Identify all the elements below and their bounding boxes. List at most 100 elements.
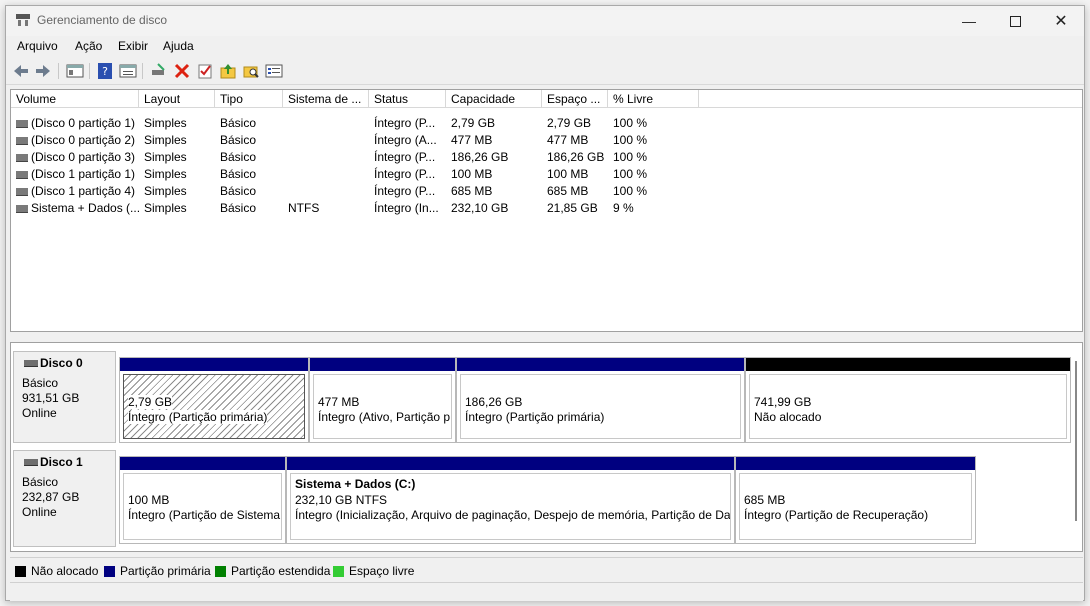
partition-disk1-4[interactable]: 685 MB Íntegro (Partição de Recuperação) — [735, 456, 976, 544]
partition-selected-area: 2,79 GB Íntegro (Partição primária) — [123, 374, 305, 439]
properties-icon[interactable] — [119, 62, 137, 80]
disk-graphical-view: Disco 0 Básico 931,51 GB Online 2,79 GB … — [10, 342, 1083, 552]
partition-disk1-1[interactable]: 100 MB Íntegro (Partição de Sistema — [119, 456, 286, 544]
table-cell: 477 MB — [547, 133, 589, 147]
pane-splitter[interactable] — [10, 334, 1083, 341]
partition-type-bar — [120, 457, 285, 470]
partition-status: Não alocado — [754, 410, 822, 424]
table-cell: Simples — [144, 201, 187, 215]
forward-icon[interactable] — [34, 62, 52, 80]
folder-up-icon[interactable] — [219, 62, 237, 80]
table-cell: Simples — [144, 167, 187, 181]
table-row[interactable]: (Disco 1 partição 1) Simples Básico Íntegro… — [11, 166, 1082, 183]
partition-type-bar — [736, 457, 975, 470]
table-row[interactable]: (Disco 0 partição 2) Simples Básico Íntegro… — [11, 132, 1082, 149]
table-cell: 477 MB — [451, 133, 493, 147]
table-cell: Íntegro (P... — [374, 167, 436, 181]
partition-area: 741,99 GB Não alocado — [749, 374, 1067, 439]
col-header-tipo[interactable]: Tipo — [215, 90, 283, 108]
table-cell: Básico — [220, 184, 257, 198]
col-header-sistema[interactable]: Sistema de ... — [283, 90, 369, 108]
table-cell: 9 % — [613, 201, 634, 215]
volume-icon — [16, 120, 28, 128]
table-cell: (Disco 0 partição 3) — [31, 150, 136, 164]
menu-bar: Arquivo Ação Exibir Ajuda — [6, 36, 1084, 56]
col-header-capacidade[interactable]: Capacidade — [446, 90, 542, 108]
close-icon: ✕ — [1054, 13, 1068, 30]
minimize-button[interactable]: — — [946, 6, 992, 36]
toolbar-separator — [89, 63, 90, 79]
partition-disk0-1[interactable]: 2,79 GB Íntegro (Partição primária) — [119, 357, 309, 443]
settings-list-icon[interactable] — [265, 62, 283, 80]
table-cell: Íntegro (P... — [374, 116, 436, 130]
disk-1-info[interactable]: Disco 1 Básico 232,87 GB Online — [13, 450, 116, 547]
table-cell: 100 % — [613, 184, 648, 198]
legend-label: Espaço livre — [349, 564, 415, 578]
menu-acao[interactable]: Ação — [75, 39, 102, 53]
table-row[interactable]: (Disco 0 partição 1) Simples Básico Íntegro… — [11, 115, 1082, 132]
partition-size: 100 MB — [128, 493, 170, 507]
partition-area: 100 MB Íntegro (Partição de Sistema — [123, 473, 282, 540]
menu-exibir[interactable]: Exibir — [118, 39, 148, 53]
menu-ajuda[interactable]: Ajuda — [163, 39, 194, 53]
volume-icon — [16, 205, 28, 213]
table-cell: NTFS — [288, 201, 320, 215]
col-header-livre[interactable]: % Livre — [608, 90, 699, 108]
console-tree-icon[interactable] — [66, 62, 84, 80]
toolbar-separator — [58, 63, 59, 79]
connect-icon[interactable] — [150, 62, 168, 80]
partition-type-bar — [120, 358, 308, 371]
help-icon[interactable]: ? — [96, 62, 114, 80]
partition-disk0-3[interactable]: 186,26 GB Íntegro (Partição primária) — [456, 357, 745, 443]
disk-management-window: Gerenciamento de disco — ✕ Arquivo Ação … — [5, 5, 1085, 601]
svg-text:?: ? — [102, 65, 108, 78]
col-header-espaco[interactable]: Espaço ... — [542, 90, 608, 108]
check-icon[interactable] — [196, 62, 214, 80]
col-header-layout[interactable]: Layout — [139, 90, 215, 108]
delete-icon[interactable] — [173, 62, 191, 80]
partition-disk1-c[interactable]: Sistema + Dados (C:) 232,10 GB NTFS Ínte… — [286, 456, 735, 544]
legend-swatch — [15, 565, 26, 577]
toolbar: ? — [6, 57, 1084, 85]
partition-area: 685 MB Íntegro (Partição de Recuperação) — [739, 473, 972, 540]
table-row[interactable]: (Disco 0 partição 3) Simples Básico Íntegro… — [11, 149, 1082, 166]
table-cell: Básico — [220, 133, 257, 147]
table-cell: 186,26 GB — [451, 150, 509, 164]
search-folder-icon[interactable] — [242, 62, 260, 80]
disk-type: Básico — [22, 376, 59, 390]
back-icon[interactable] — [12, 62, 30, 80]
col-header-status[interactable]: Status — [369, 90, 446, 108]
table-row[interactable]: (Disco 1 partição 4) Simples Básico Íntegro… — [11, 183, 1082, 200]
maximize-button[interactable] — [992, 6, 1038, 36]
partition-status: Íntegro (Partição primária) — [128, 410, 268, 424]
table-cell: 2,79 GB — [451, 116, 496, 130]
scroll-thumb[interactable] — [1075, 361, 1077, 521]
disk-0-info[interactable]: Disco 0 Básico 931,51 GB Online — [13, 351, 116, 443]
table-cell: (Disco 0 partição 1) — [31, 116, 136, 130]
table-cell: 100 % — [613, 150, 648, 164]
table-cell: 685 MB — [547, 184, 589, 198]
volume-icon — [16, 171, 28, 179]
legend-bar: Não alocado Partição primária Partição e… — [10, 557, 1083, 582]
col-header-volume[interactable]: Volume — [11, 90, 139, 108]
partition-area: 186,26 GB Íntegro (Partição primária) — [460, 374, 741, 439]
table-row[interactable]: Sistema + Dados (... Simples Básico NTFS Ínt… — [11, 200, 1082, 217]
partition-area: 477 MB Íntegro (Ativo, Partição p — [313, 374, 452, 439]
volume-list: Volume Layout Tipo Sistema de ... Status… — [10, 89, 1083, 332]
unallocated-disk0[interactable]: 741,99 GB Não alocado — [745, 357, 1071, 443]
legend-label: Partição estendida — [231, 564, 331, 578]
table-cell: Simples — [144, 184, 187, 198]
partition-size: 685 MB — [744, 493, 786, 507]
table-cell: Básico — [220, 167, 257, 181]
close-button[interactable]: ✕ — [1038, 6, 1084, 36]
graph-scrollbar[interactable] — [1074, 361, 1080, 541]
volume-icon — [16, 137, 28, 145]
col-header-filler — [699, 90, 1082, 108]
table-cell: 100 % — [613, 167, 648, 181]
title-bar: Gerenciamento de disco — ✕ — [6, 6, 1084, 36]
toolbar-separator — [142, 63, 143, 79]
partition-disk0-2[interactable]: 477 MB Íntegro (Ativo, Partição p — [309, 357, 456, 443]
table-cell: 232,10 GB — [451, 201, 509, 215]
menu-arquivo[interactable]: Arquivo — [17, 39, 58, 53]
window-title: Gerenciamento de disco — [37, 13, 168, 27]
